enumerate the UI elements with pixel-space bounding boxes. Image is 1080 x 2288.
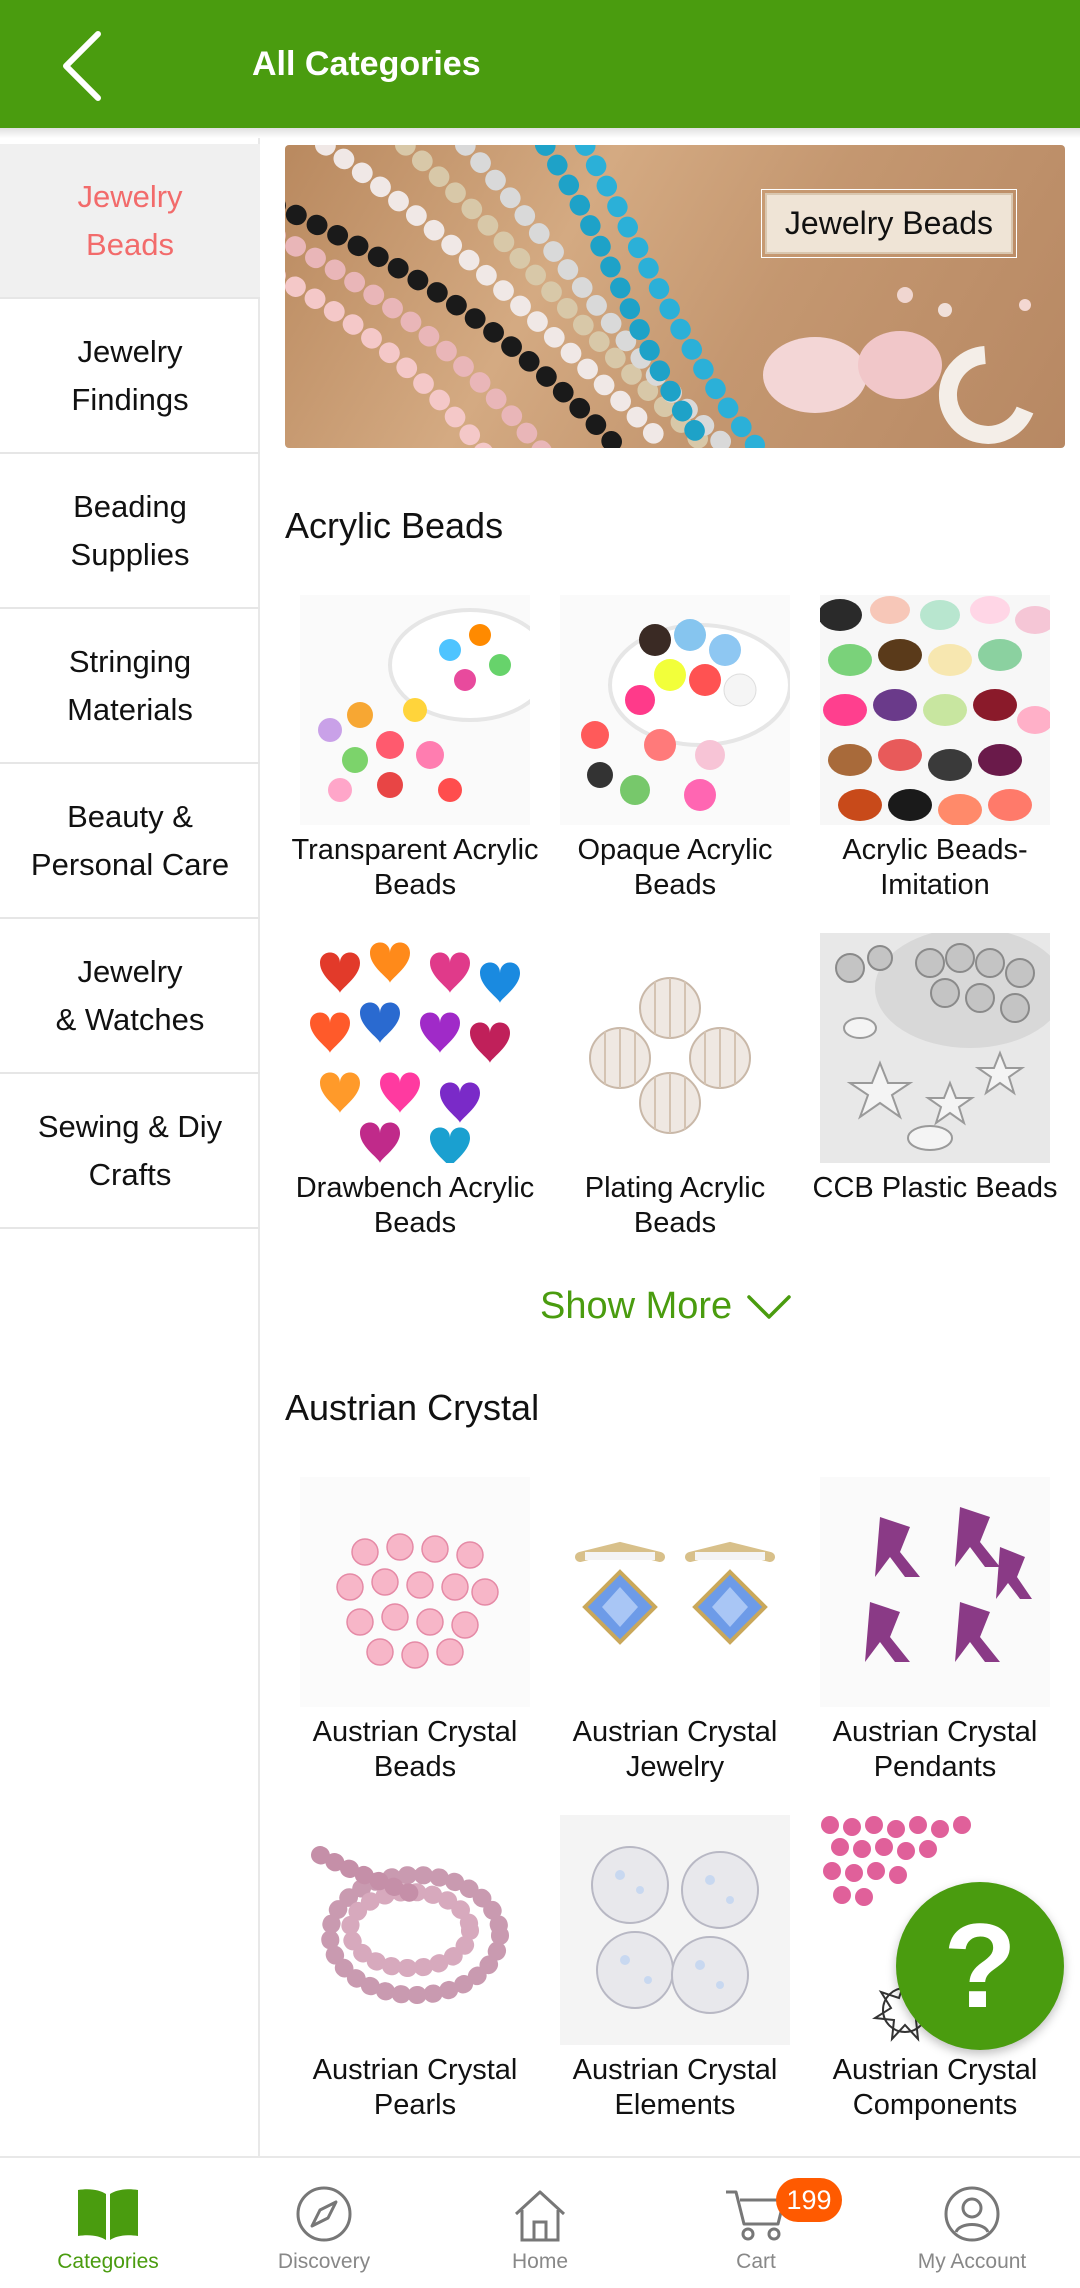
back-button[interactable] (40, 24, 124, 108)
nav-my-account[interactable]: My Account (864, 2158, 1080, 2288)
product-tile[interactable]: Plating Acrylic Beads (560, 933, 790, 1241)
silver-beads-image (820, 933, 1050, 1163)
cart-count-badge: 199 (776, 2178, 842, 2222)
product-label: Acrylic Beads-Imitation (842, 834, 1028, 901)
chevron-down-icon (747, 1294, 791, 1319)
nav-home[interactable]: Home (432, 2158, 648, 2288)
product-label: Plating Acrylic Beads (584, 1172, 766, 1239)
category-sidebar: Jewelry Beads Jewelry Findings Beading S… (0, 138, 260, 2158)
sidebar-item-label: Jewelry Beads (77, 178, 183, 262)
help-button[interactable]: ? (896, 1882, 1064, 2050)
product-tile[interactable]: Transparent Acrylic Beads (291, 595, 539, 903)
show-more-button[interactable]: Show More (540, 1285, 792, 1328)
nav-label: Categories (57, 2250, 159, 2273)
sidebar-item-beading-supplies[interactable]: Beading Supplies (0, 454, 260, 609)
product-label: Austrian Crystal Pearls (312, 2054, 518, 2121)
nav-cart[interactable]: Cart (648, 2158, 864, 2288)
nav-label: My Account (917, 2250, 1027, 2273)
app-header: All Categories (0, 0, 1080, 128)
product-tile[interactable]: Drawbench Acrylic Beads (296, 933, 534, 1241)
product-tile[interactable]: Opaque Acrylic Beads (560, 595, 790, 903)
home-icon (508, 2184, 572, 2244)
imitation-beads-image (820, 595, 1050, 825)
pink-crystal-image (300, 1477, 530, 1707)
colorful-beads-image (300, 595, 530, 825)
product-label: CCB Plastic Beads (812, 1172, 1058, 1204)
sidebar-item-jewelry-beads[interactable]: Jewelry Beads (0, 144, 260, 299)
sidebar-item-label: Beauty & Personal Care (30, 798, 230, 882)
clear-beads-image (560, 933, 790, 1163)
chevron-left-icon (63, 31, 101, 101)
crystal-balls-image (560, 1815, 790, 2045)
product-tile[interactable]: Austrian Crystal Jewelry (560, 1477, 790, 1785)
product-label: Austrian Crystal Beads (312, 1716, 518, 1783)
nav-discovery[interactable]: Discovery (216, 2158, 432, 2288)
product-tile[interactable]: Austrian Crystal Pearls (300, 1815, 530, 2123)
product-tile[interactable]: Austrian Crystal Elements (560, 1815, 790, 2123)
product-label: Drawbench Acrylic Beads (295, 1172, 535, 1239)
product-label: Austrian Crystal Components (832, 2054, 1038, 2121)
sidebar-item-label: Jewelry & Watches (55, 953, 205, 1037)
product-label: Austrian Crystal Elements (572, 2054, 778, 2121)
page-title: All Categories (252, 45, 481, 83)
crystal-earrings-image (560, 1477, 790, 1707)
nav-label: Home (511, 2250, 569, 2273)
section-title-austrian-crystal: Austrian Crystal (285, 1387, 540, 1428)
book-icon (76, 2184, 140, 2244)
nav-label: Cart (736, 2250, 776, 2273)
beads-banner-image (285, 145, 1034, 448)
purple-pendants-image (820, 1477, 1050, 1707)
header-divider (0, 128, 1080, 138)
sidebar-item-beauty-personal-care[interactable]: Beauty & Personal Care (0, 764, 260, 919)
heart-beads-image (300, 933, 530, 1163)
product-tile[interactable]: CCB Plastic Beads (813, 933, 1058, 1206)
product-label: Opaque Acrylic Beads (577, 834, 773, 901)
compass-icon (292, 2184, 356, 2244)
product-label: Austrian Crystal Jewelry (572, 1716, 778, 1783)
nav-label: Discovery (277, 2250, 371, 2273)
product-label: Transparent Acrylic Beads (291, 834, 539, 901)
sidebar-item-jewelry-watches[interactable]: Jewelry & Watches (0, 919, 260, 1074)
account-icon (940, 2184, 1004, 2244)
opaque-beads-image (560, 595, 790, 825)
product-tile[interactable]: Acrylic Beads-Imitation (820, 595, 1050, 903)
sidebar-item-label: Sewing & Diy Crafts (37, 1108, 223, 1192)
show-more-label: Show More (540, 1285, 733, 1327)
sidebar-item-jewelry-findings[interactable]: Jewelry Findings (0, 299, 260, 454)
bottom-nav: Categories Discovery Home Cart 199 My Ac… (0, 2156, 1080, 2288)
banner-label: Jewelry Beads (760, 189, 1018, 258)
sidebar-item-label: Beading Supplies (70, 488, 190, 572)
product-label: Austrian Crystal Pendants (832, 1716, 1038, 1783)
product-tile[interactable]: Austrian Crystal Pendants (820, 1477, 1050, 1785)
sidebar-item-label: Stringing Materials (67, 643, 193, 727)
category-banner[interactable]: Jewelry Beads (285, 145, 1065, 448)
product-tile[interactable]: Austrian Crystal Beads (300, 1477, 530, 1785)
help-icon: ? (943, 1899, 1017, 2033)
pearl-strand-image (300, 1815, 530, 2045)
sidebar-item-sewing-diy-crafts[interactable]: Sewing & Diy Crafts (0, 1074, 260, 1229)
nav-categories[interactable]: Categories (0, 2158, 216, 2288)
sidebar-item-label: Jewelry Findings (71, 333, 189, 417)
sidebar-item-stringing-materials[interactable]: Stringing Materials (0, 609, 260, 764)
section-title-acrylic-beads: Acrylic Beads (285, 505, 504, 546)
